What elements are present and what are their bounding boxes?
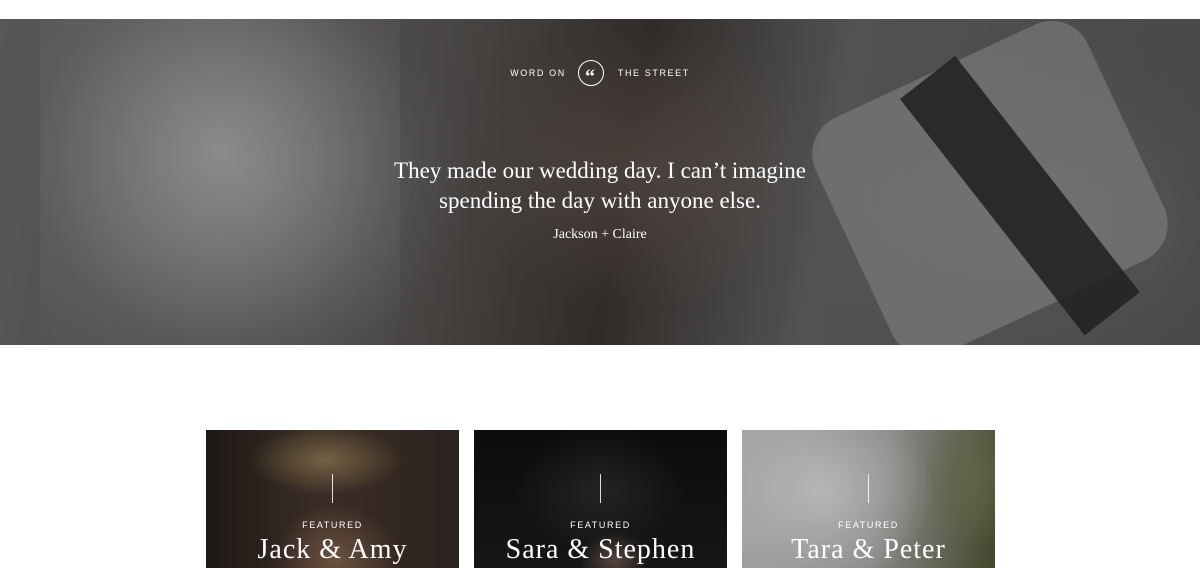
card-divider-line	[600, 474, 601, 503]
card-couple-name: Sara & Stephen	[505, 534, 696, 565]
quote-line-2: spending the day with anyone else.	[439, 188, 761, 213]
featured-card-tara-peter[interactable]: FEATURED Tara & Peter	[742, 430, 995, 568]
card-divider-line	[332, 474, 333, 503]
testimonial-hero: WORD ON “ THE STREET They made our weddi…	[0, 19, 1200, 345]
eyebrow-left-text: WORD ON	[510, 68, 566, 78]
card-divider-line	[868, 474, 869, 503]
card-couple-name: Tara & Peter	[791, 534, 946, 565]
quote-icon: “	[577, 60, 604, 87]
testimonial-author: Jackson + Claire	[553, 227, 647, 242]
quote-line-1: They made our wedding day. I can’t imagi…	[394, 158, 806, 183]
card-featured-label: FEATURED	[838, 520, 899, 530]
featured-card-sara-stephen[interactable]: FEATURED Sara & Stephen	[474, 430, 727, 568]
testimonial-eyebrow: WORD ON “ THE STREET	[0, 60, 1200, 87]
card-featured-label: FEATURED	[570, 520, 631, 530]
card-featured-label: FEATURED	[302, 520, 363, 530]
testimonial-quote: They made our wedding day. I can’t imagi…	[0, 156, 1200, 216]
eyebrow-right-text: THE STREET	[617, 68, 690, 78]
card-couple-name: Jack & Amy	[257, 534, 408, 565]
featured-card-jack-amy[interactable]: FEATURED Jack & Amy	[206, 430, 459, 568]
